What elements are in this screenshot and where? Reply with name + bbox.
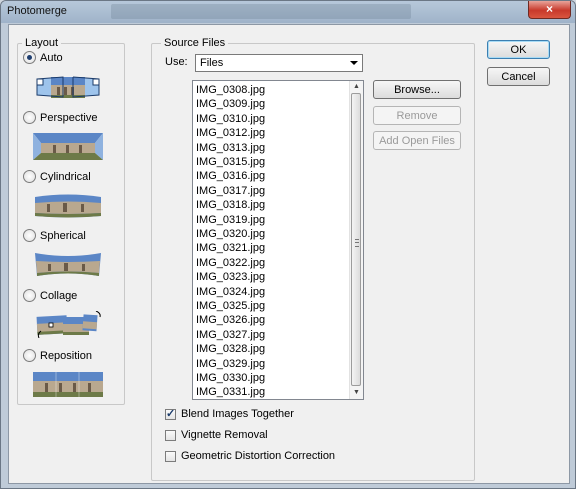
layout-legend: Layout [22, 36, 62, 50]
file-list-item[interactable]: IMG_0320.jpg [196, 227, 265, 241]
photomerge-dialog: Photomerge × Layout Auto Perspective Cyl… [0, 0, 576, 489]
file-list-item[interactable]: IMG_0308.jpg [196, 83, 265, 97]
browse-button[interactable]: Browse... [373, 80, 461, 99]
collage-label: Collage [40, 289, 78, 302]
cylindrical-radio[interactable] [23, 170, 36, 183]
file-list-item[interactable]: IMG_0310.jpg [196, 112, 265, 126]
layout-option-auto[interactable]: Auto [23, 51, 63, 64]
layout-option-reposition[interactable]: Reposition [23, 349, 92, 362]
dialog-body: Layout Auto Perspective Cylindrical Sphe… [8, 24, 570, 484]
file-list-item[interactable]: IMG_0316.jpg [196, 169, 265, 183]
add-open-files-button[interactable]: Add Open Files [373, 131, 461, 150]
reposition-radio[interactable] [23, 349, 36, 362]
grip-icon [355, 239, 359, 247]
collage-layout-icon [36, 311, 101, 338]
geometric-distortion-option[interactable]: Geometric Distortion Correction [165, 450, 335, 462]
vignette-removal-label: Vignette Removal [181, 429, 268, 441]
file-list-item[interactable]: IMG_0329.jpg [196, 357, 265, 371]
layout-option-perspective[interactable]: Perspective [23, 111, 97, 124]
spherical-layout-icon [35, 253, 101, 276]
file-list-item[interactable]: IMG_0324.jpg [196, 285, 265, 299]
reposition-label: Reposition [40, 349, 92, 362]
cylindrical-label: Cylindrical [40, 170, 91, 183]
title-bar-glass [111, 4, 411, 19]
ok-button[interactable]: OK [487, 40, 550, 59]
use-label: Use: [165, 56, 188, 68]
file-list-item[interactable]: IMG_0328.jpg [196, 342, 265, 356]
layout-option-cylindrical[interactable]: Cylindrical [23, 170, 91, 183]
cancel-button[interactable]: Cancel [487, 67, 550, 86]
file-list-item[interactable]: IMG_0323.jpg [196, 270, 265, 284]
blend-images-checkbox[interactable] [165, 407, 176, 420]
vignette-removal-option[interactable]: Vignette Removal [165, 429, 268, 441]
file-list-item[interactable]: IMG_0315.jpg [196, 155, 265, 169]
file-list-item[interactable]: IMG_0312.jpg [196, 126, 265, 140]
geometric-distortion-label: Geometric Distortion Correction [181, 450, 336, 462]
perspective-radio[interactable] [23, 111, 36, 124]
remove-button[interactable]: Remove [373, 106, 461, 125]
blend-images-option[interactable]: Blend Images Together [165, 407, 294, 420]
file-list-item[interactable]: IMG_0327.jpg [196, 328, 265, 342]
file-list-scrollbar[interactable]: ▲ ▼ [349, 81, 363, 399]
spherical-radio[interactable] [23, 229, 36, 242]
reposition-layout-icon [33, 372, 103, 397]
layout-option-collage[interactable]: Collage [23, 289, 77, 302]
perspective-layout-icon [33, 133, 103, 160]
scroll-down-icon[interactable]: ▼ [350, 387, 363, 399]
scrollbar-thumb[interactable] [351, 93, 361, 386]
chevron-down-icon [350, 61, 358, 65]
file-list-item[interactable]: IMG_0322.jpg [196, 256, 265, 270]
window-title: Photomerge [7, 5, 67, 17]
file-list-item[interactable]: IMG_0318.jpg [196, 198, 265, 212]
file-list-item[interactable]: IMG_0331.jpg [196, 385, 265, 399]
auto-label: Auto [40, 51, 63, 64]
collage-radio[interactable] [23, 289, 36, 302]
file-list-item[interactable]: IMG_0326.jpg [196, 313, 265, 327]
close-button[interactable]: × [528, 1, 571, 19]
geometric-distortion-checkbox[interactable] [165, 450, 176, 462]
spherical-label: Spherical [40, 229, 86, 242]
layout-group: Layout Auto Perspective Cylindrical Sphe… [17, 36, 125, 405]
file-list-item[interactable]: IMG_0325.jpg [196, 299, 265, 313]
source-files-legend: Source Files [161, 36, 229, 50]
file-list-item[interactable]: IMG_0321.jpg [196, 241, 265, 255]
source-files-list[interactable]: IMG_0308.jpg IMG_0309.jpg IMG_0310.jpg IMG_… [192, 80, 364, 400]
scroll-up-icon[interactable]: ▲ [350, 81, 363, 93]
auto-layout-icon [36, 76, 100, 98]
cylindrical-layout-icon [35, 194, 101, 218]
use-dropdown[interactable]: Files [195, 54, 363, 72]
auto-radio[interactable] [23, 51, 36, 64]
file-list-item[interactable]: IMG_0319.jpg [196, 213, 265, 227]
layout-option-spherical[interactable]: Spherical [23, 229, 86, 242]
file-list-item[interactable]: IMG_0330.jpg [196, 371, 265, 385]
file-list-item[interactable]: IMG_0313.jpg [196, 141, 265, 155]
vignette-removal-checkbox[interactable] [165, 429, 176, 441]
perspective-label: Perspective [40, 111, 98, 124]
title-bar[interactable]: Photomerge × [1, 1, 575, 23]
blend-images-label: Blend Images Together [181, 408, 294, 420]
file-list-item[interactable]: IMG_0309.jpg [196, 97, 265, 111]
file-list-item[interactable]: IMG_0317.jpg [196, 184, 265, 198]
close-icon: × [545, 2, 553, 16]
use-dropdown-value: Files [200, 57, 224, 69]
